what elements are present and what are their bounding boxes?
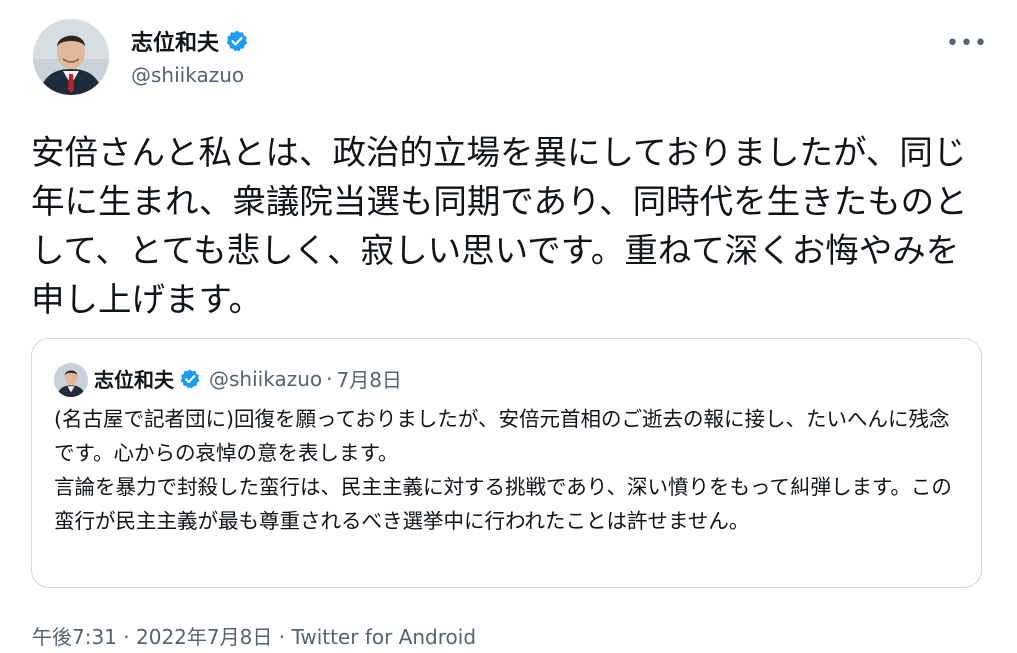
quoted-display-name: 志位和夫 (94, 368, 174, 392)
avatar[interactable] (33, 19, 109, 95)
tweet-text: 安倍さんと私とは、政治的立場を異にしておりましたが、同じ年に生まれ、衆議院当選も… (31, 133, 968, 319)
verified-badge-icon (179, 368, 201, 390)
author-name-row[interactable]: 志位和夫 (131, 25, 249, 57)
quoted-separator: · (326, 366, 333, 391)
quoted-header: 志位和夫 @shiikazuo · 7月8日 (94, 364, 402, 393)
tweet-metadata: 午後7:31 · 2022年7月8日 · Twitter for Android (32, 621, 476, 650)
tweet-date[interactable]: 2022年7月8日 (136, 625, 272, 649)
tweet-time[interactable]: 午後7:31 (32, 625, 117, 649)
quoted-handle: @shiikazuo (209, 366, 323, 391)
tweet: 志位和夫 @shiikazuo ••• 安倍さんと私とは、政治的立場を異にしてお… (0, 0, 1017, 653)
meta-separator: · (278, 625, 286, 649)
quoted-text: (名古屋で記者団に)回復を願っておりましたが、安倍元首相のご逝去の報に接し、たい… (54, 407, 952, 533)
quoted-avatar (54, 363, 88, 397)
author-handle[interactable]: @shiikazuo (131, 63, 244, 87)
meta-separator: · (123, 625, 130, 649)
tweet-source[interactable]: Twitter for Android (291, 625, 476, 649)
more-options-icon[interactable]: ••• (946, 28, 987, 58)
verified-badge-icon (225, 29, 249, 53)
quoted-tweet[interactable]: 志位和夫 @shiikazuo · 7月8日 (名古屋で記者団に)回復を願ってお… (31, 338, 982, 588)
quoted-date: 7月8日 (336, 368, 402, 392)
author-display-name[interactable]: 志位和夫 (131, 25, 219, 57)
